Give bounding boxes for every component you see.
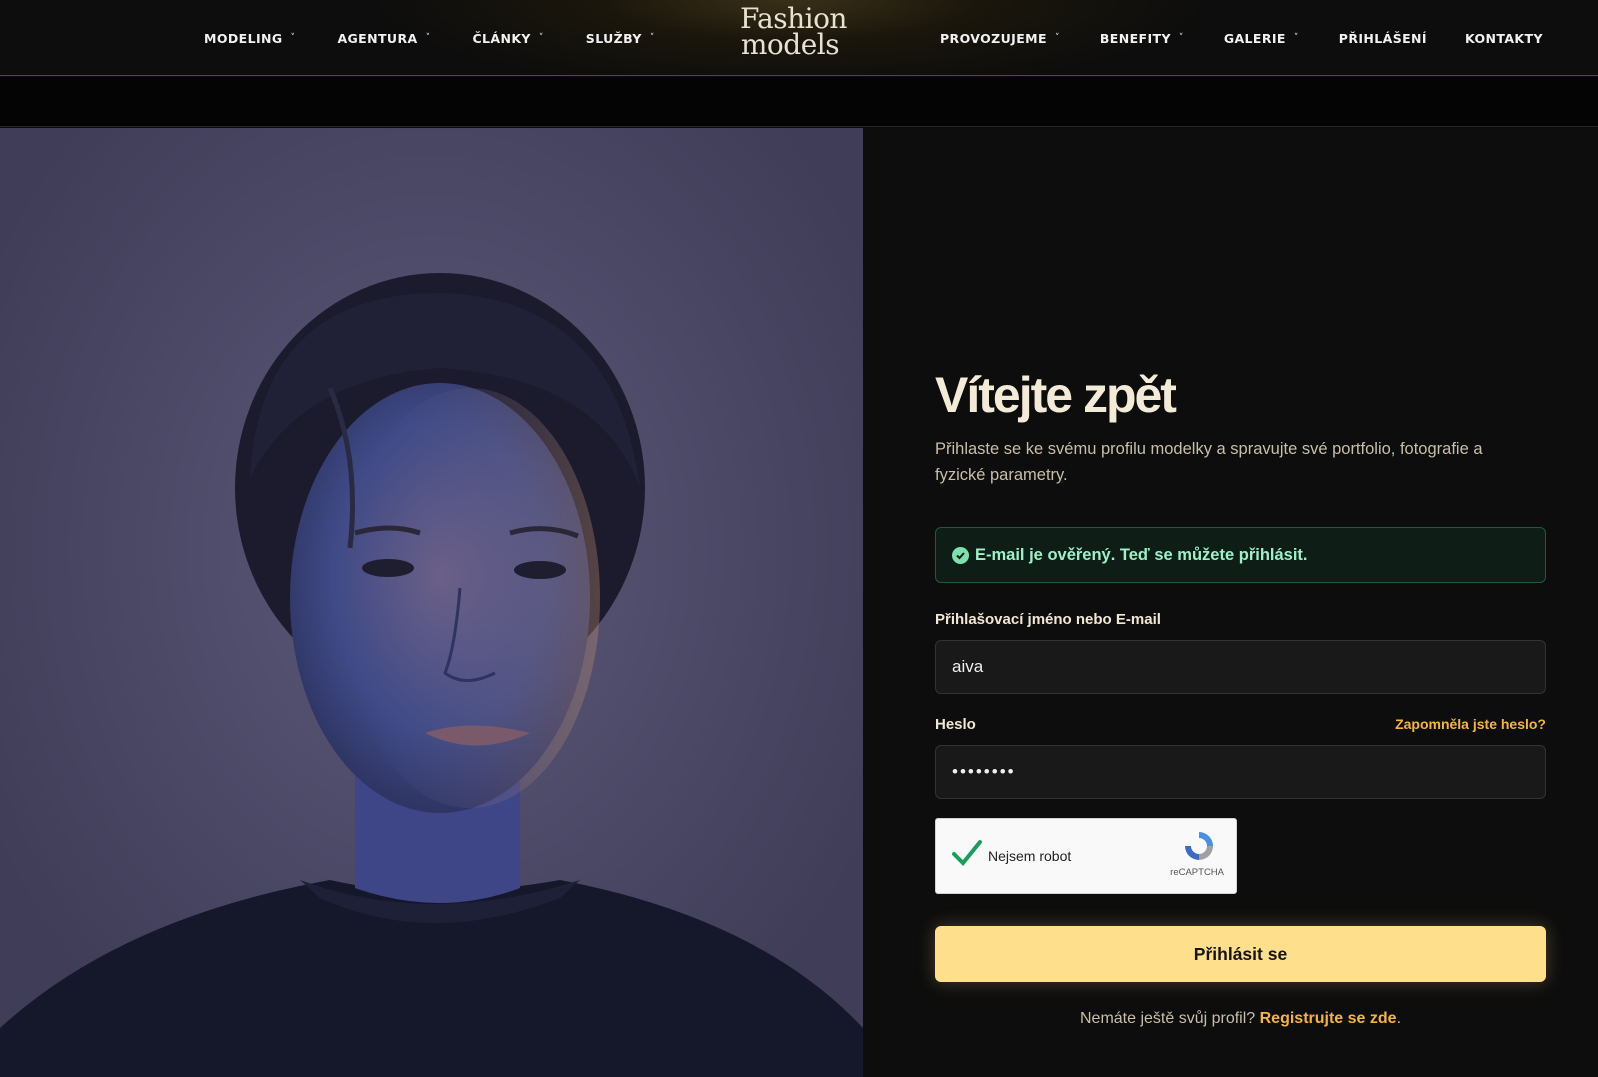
nav-left: MODELING ˅ AGENTURA ˅ ČLÁNKY ˅ SLUŽBY ˅ — [204, 0, 655, 76]
sub-header-bar — [0, 77, 1598, 127]
nav-item-galerie[interactable]: GALERIE ˅ — [1224, 31, 1299, 46]
nav-item-agentura[interactable]: AGENTURA ˅ — [337, 31, 430, 46]
nav-item-modeling[interactable]: MODELING ˅ — [204, 31, 295, 46]
nav-item-clanky[interactable]: ČLÁNKY ˅ — [472, 31, 543, 46]
portrait-illustration — [0, 273, 863, 1077]
password-input[interactable] — [935, 745, 1546, 799]
chevron-down-icon: ˅ — [538, 32, 544, 43]
model-portrait-photo — [0, 128, 863, 1077]
nav-label: MODELING — [204, 30, 283, 46]
check-circle-icon — [952, 546, 969, 564]
page-subtitle: Přihlaste se ke svému profilu modelky a … — [935, 440, 1483, 484]
recaptcha-logo-icon — [1182, 829, 1216, 868]
nav-item-provozujeme[interactable]: PROVOZUJEME ˅ — [940, 31, 1060, 46]
register-suffix: . — [1396, 1010, 1402, 1027]
nav-label: PŘIHLÁŠENÍ — [1338, 30, 1427, 46]
chevron-down-icon: ˅ — [1054, 32, 1060, 43]
register-link[interactable]: Registrujte se zde — [1260, 1010, 1397, 1027]
nav-item-benefity[interactable]: BENEFITY ˅ — [1100, 31, 1184, 46]
nav-right: PROVOZUJEME ˅ BENEFITY ˅ GALERIE ˅ PŘIHL… — [940, 0, 1543, 76]
chevron-down-icon: ˅ — [425, 32, 431, 43]
register-prefix: Nemáte ještě svůj profil? — [1079, 1010, 1260, 1027]
recaptcha-widget[interactable]: Nejsem robot reCAPTCHA — [935, 818, 1237, 894]
success-alert: E-mail je ověřený. Teď se můžete přihlás… — [935, 527, 1546, 583]
nav-label: KONTAKTY — [1464, 30, 1543, 46]
chevron-down-icon: ˅ — [1178, 32, 1184, 43]
nav-item-kontakty[interactable]: KONTAKTY — [1465, 31, 1543, 46]
nav-label: GALERIE — [1223, 30, 1286, 46]
login-button[interactable]: Přihlásit se — [935, 926, 1546, 982]
page-title: Vítejte zpět — [935, 367, 1177, 423]
nav-item-prihlaseni[interactable]: PŘIHLÁŠENÍ — [1339, 31, 1427, 46]
username-label: Přihlašovací jméno nebo E-mail — [935, 611, 1161, 628]
nav-label: AGENTURA — [337, 30, 418, 46]
checkmark-icon[interactable] — [951, 839, 983, 872]
alert-message: E-mail je ověřený. Teď se můžete přihlás… — [975, 545, 1308, 564]
recaptcha-brand: reCAPTCHA — [1170, 867, 1224, 878]
forgot-password-link[interactable]: Zapomněla jste heslo? — [1395, 716, 1546, 732]
nav-label: PROVOZUJEME — [940, 30, 1047, 46]
chevron-down-icon: ˅ — [649, 32, 655, 43]
chevron-down-icon: ˅ — [290, 32, 296, 43]
nav-label: BENEFITY — [1099, 30, 1171, 46]
site-header: MODELING ˅ AGENTURA ˅ ČLÁNKY ˅ SLUŽBY ˅ … — [0, 0, 1598, 76]
site-logo[interactable]: Fashion models — [740, 5, 847, 62]
username-input[interactable] — [935, 640, 1546, 694]
nav-label: ČLÁNKY — [472, 30, 531, 46]
recaptcha-label: Nejsem robot — [988, 848, 1072, 864]
register-prompt: Nemáte ještě svůj profil? Registrujte se… — [935, 1010, 1546, 1028]
password-label: Heslo — [935, 716, 976, 733]
nav-item-sluzby[interactable]: SLUŽBY ˅ — [586, 31, 655, 46]
chevron-down-icon: ˅ — [1293, 32, 1299, 43]
logo-line-2: models — [740, 28, 840, 61]
nav-label: SLUŽBY — [585, 30, 642, 46]
